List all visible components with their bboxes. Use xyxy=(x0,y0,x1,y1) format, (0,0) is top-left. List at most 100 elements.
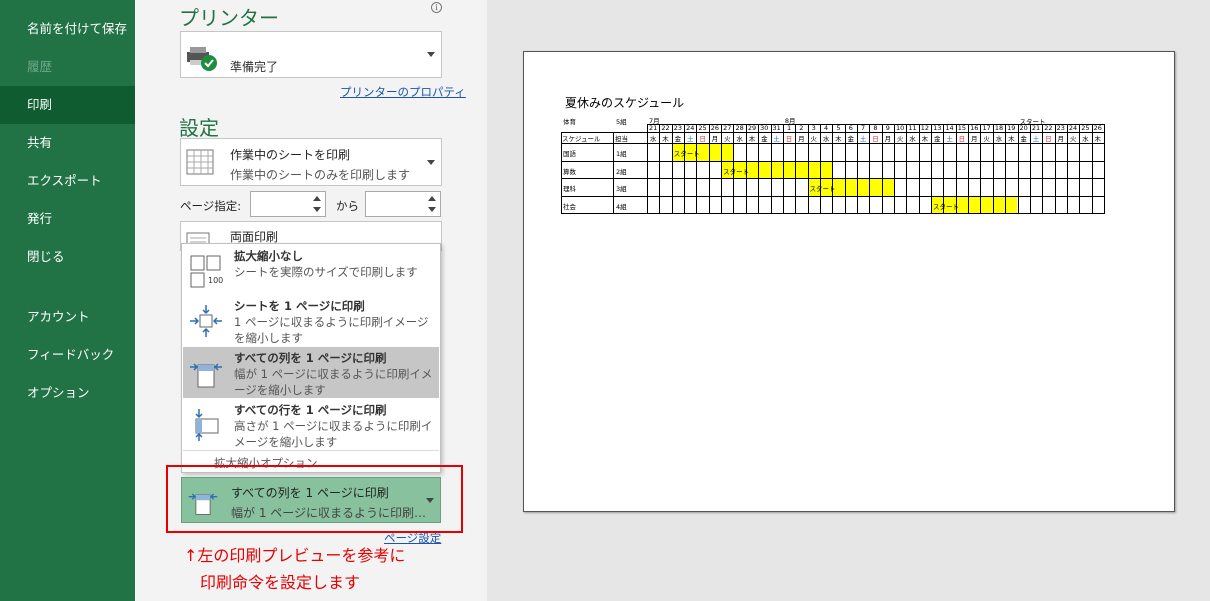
day-number: 10 xyxy=(896,124,905,132)
nav-share[interactable]: 共有 xyxy=(0,124,135,162)
option-desc: 幅が 1 ページに収まるように印刷イメージを縮小します xyxy=(234,367,433,397)
pages-label: ページ指定: xyxy=(180,199,242,213)
weekday: 木 xyxy=(835,135,842,143)
weekday: 水 xyxy=(736,135,743,143)
weekday: 木 xyxy=(748,135,756,143)
day-number: 1 xyxy=(786,124,792,132)
spin-down-icon[interactable] xyxy=(428,207,436,212)
backstage-sidebar: 名前を付けて保存 履歴 印刷 共有 エクスポート 発行 閉じる アカウント フィ… xyxy=(0,0,135,601)
weekday: 木 xyxy=(662,135,669,143)
day-number: 17 xyxy=(982,124,991,132)
day-number: 23 xyxy=(1056,124,1065,132)
preview-title: 夏休みのスケジュール xyxy=(565,96,685,110)
nav-feedback[interactable]: フィードバック xyxy=(0,336,135,374)
day-number: 25 xyxy=(698,124,707,132)
weekday: 月 xyxy=(884,135,892,143)
subject-cell: 体育 xyxy=(563,118,576,126)
day-number: 18 xyxy=(994,124,1004,132)
weekday: 日 xyxy=(785,135,793,143)
menu-divider xyxy=(183,450,439,451)
month-label: 7月 xyxy=(649,117,660,125)
printer-properties-link[interactable]: プリンターのプロパティ xyxy=(340,84,466,100)
scope-desc: 作業中のシートのみを印刷します xyxy=(230,168,411,182)
weekday: 金 xyxy=(1020,135,1027,143)
weekday: 水 xyxy=(649,135,657,143)
nav-save-as[interactable]: 名前を付けて保存 xyxy=(0,10,135,48)
nav-publish[interactable]: 発行 xyxy=(0,200,135,238)
option-desc: シートを実際のサイズで印刷します xyxy=(234,265,418,279)
start-label: スタート xyxy=(933,202,960,211)
weekday: 日 xyxy=(872,135,879,143)
day-number: 14 xyxy=(945,124,954,132)
option-desc: 高さが 1 ページに収まるように印刷イメージを縮小します xyxy=(234,419,433,449)
weekday: 土 xyxy=(946,135,953,143)
scope-title: 作業中のシートを印刷 xyxy=(230,148,351,162)
annotation-line1: ↑左の印刷プレビューを参考に xyxy=(184,546,406,565)
day-number: 30 xyxy=(760,124,769,132)
highlight-frame xyxy=(166,465,463,533)
nav-export[interactable]: エクスポート xyxy=(0,162,135,200)
scaling-dropdown-menu: 100 拡大縮小なし シートを実際のサイズで印刷します シートを 1 ページに印… xyxy=(181,243,441,473)
info-icon[interactable]: i xyxy=(431,2,442,13)
day-number: 7 xyxy=(861,124,866,132)
nav-account[interactable]: アカウント xyxy=(0,298,135,336)
nav-close[interactable]: 閉じる xyxy=(0,238,135,276)
weekday: 火 xyxy=(724,135,731,143)
actual-size-icon-label: 100 xyxy=(208,276,224,285)
weekday: 月 xyxy=(1057,135,1064,143)
weekday: 土 xyxy=(686,135,694,143)
scaling-option-no-scaling[interactable]: 100 拡大縮小なし シートを実際のサイズで印刷します xyxy=(183,245,439,295)
pages-from-input[interactable] xyxy=(250,191,326,217)
weekday: 水 xyxy=(909,135,916,143)
weekday: 日 xyxy=(1045,135,1052,143)
owner-cell: 4組 xyxy=(616,202,627,211)
spin-up-icon[interactable] xyxy=(428,196,436,201)
start-label: スタート xyxy=(723,167,750,176)
weekday: 月 xyxy=(798,135,805,143)
sheet-grid-icon xyxy=(186,149,214,175)
nav-history: 履歴 xyxy=(27,59,53,74)
subject-cell: 理科 xyxy=(563,185,576,193)
annotation-line2: 印刷命令を設定します xyxy=(200,573,361,592)
spin-up-icon[interactable] xyxy=(313,196,321,201)
scaling-option-fit-sheet[interactable]: シートを 1 ページに印刷 1 ページに収まるように印刷イメージを縮小します xyxy=(183,295,439,347)
option-desc: 1 ページに収まるように印刷イメージを縮小します xyxy=(234,315,429,345)
print-scope-select[interactable]: 作業中のシートを印刷 作業中のシートのみを印刷します xyxy=(180,138,442,186)
pages-to-input[interactable] xyxy=(365,191,441,217)
weekday: 月 xyxy=(711,135,719,143)
weekday: 金 xyxy=(674,135,682,143)
chevron-down-icon xyxy=(427,160,435,165)
day-number: 2 xyxy=(799,124,804,132)
weekday: 金 xyxy=(761,135,768,143)
spin-down-icon[interactable] xyxy=(313,207,321,212)
option-title: すべての行を 1 ページに印刷 xyxy=(234,403,387,417)
weekday: 木 xyxy=(1008,135,1015,143)
subject-cell: 国語 xyxy=(563,150,576,158)
day-number: 25 xyxy=(1081,124,1090,132)
printer-select[interactable]: 準備完了 xyxy=(180,31,442,78)
owner-cell: 2組 xyxy=(616,167,627,176)
day-number: 16 xyxy=(970,124,979,132)
fit-rows-icon xyxy=(195,409,219,441)
grid-line xyxy=(1103,124,1105,214)
weekday: 火 xyxy=(896,135,904,143)
day-number: 6 xyxy=(848,124,853,132)
weekday: 火 xyxy=(810,135,817,143)
day-number: 5 xyxy=(836,124,841,132)
weekday: 木 xyxy=(1094,135,1102,143)
day-number: 24 xyxy=(1068,124,1078,132)
settings-heading: 設定 xyxy=(179,116,219,140)
nav-print[interactable]: 印刷 xyxy=(0,86,135,124)
weekday: 土 xyxy=(859,135,867,143)
weekday: 火 xyxy=(1069,135,1077,143)
owner-cell: 5組 xyxy=(616,118,627,126)
weekday: 火 xyxy=(983,135,990,143)
nav-options[interactable]: オプション xyxy=(0,374,135,412)
scaling-option-fit-columns[interactable]: すべての列を 1 ページに印刷 幅が 1 ページに収まるように印刷イメージを縮小… xyxy=(183,347,439,398)
option-title: すべての列を 1 ページに印刷 xyxy=(234,351,387,365)
subject-cell: 算数 xyxy=(563,167,576,176)
weekday: 日 xyxy=(699,135,706,143)
scaling-option-fit-rows[interactable]: すべての行を 1 ページに印刷 高さが 1 ページに収まるように印刷イメージを縮… xyxy=(183,399,439,450)
weekday: 水 xyxy=(1082,135,1089,143)
day-number: 13 xyxy=(933,124,942,132)
